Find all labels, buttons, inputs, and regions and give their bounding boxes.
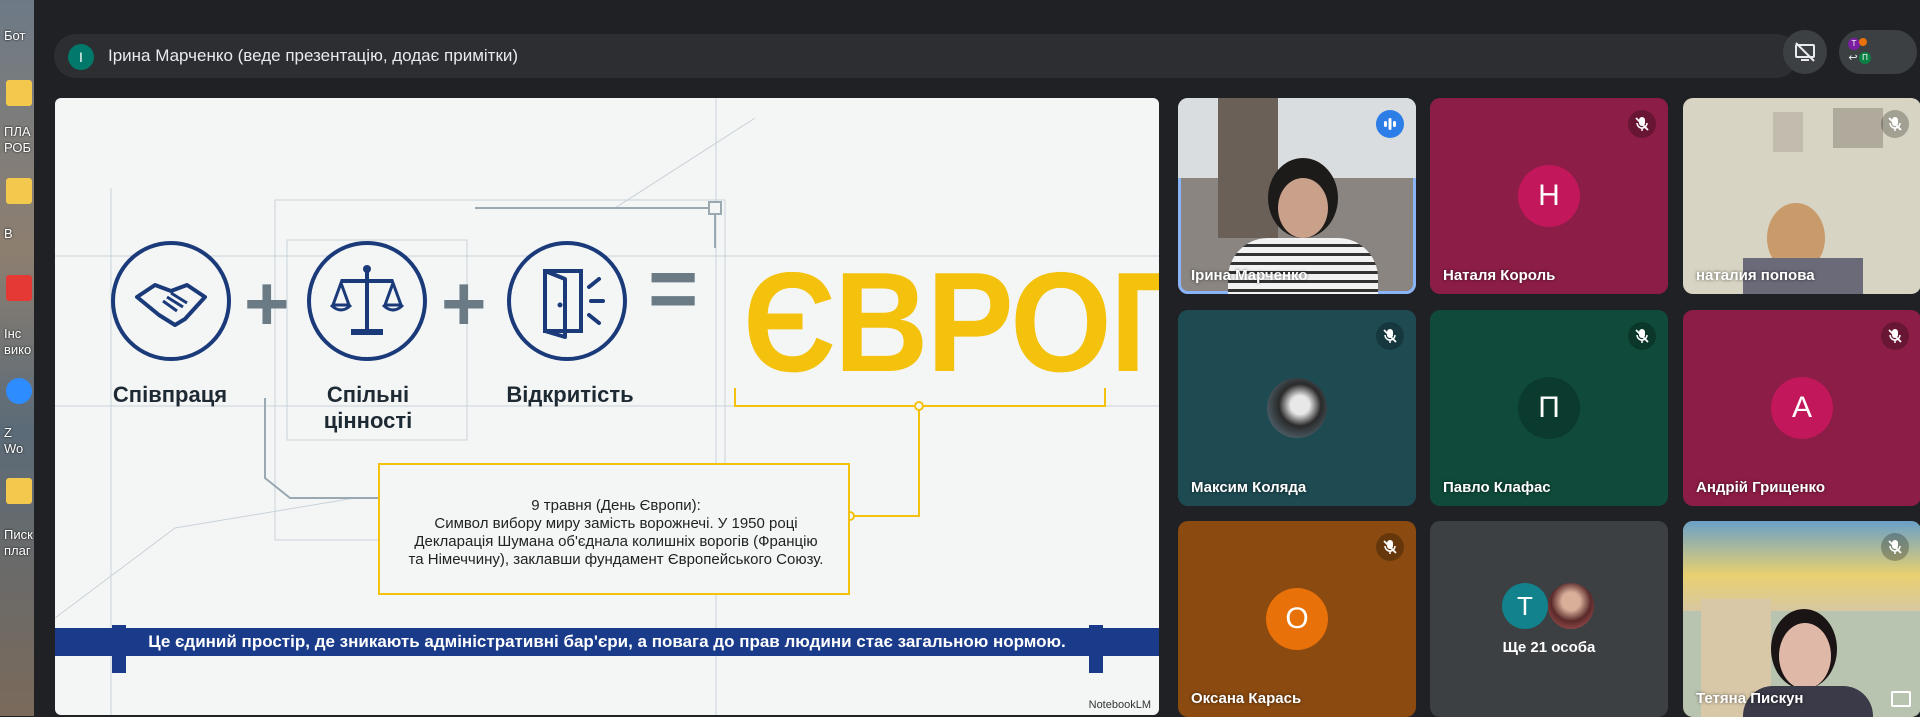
participant-tile[interactable]: А Андрій Грищенко bbox=[1683, 310, 1920, 506]
equals-sign: = bbox=[648, 241, 699, 337]
participant-tile[interactable]: Ірина Марченко bbox=[1178, 98, 1416, 294]
desktop-label[interactable]: Wo bbox=[4, 441, 23, 457]
desktop-background: Бот ПЛА РОБ В Інс вико Z Wo Писк плаг bbox=[0, 0, 34, 716]
participant-body bbox=[1228, 238, 1378, 294]
picture-in-picture-icon[interactable] bbox=[1891, 691, 1911, 707]
participant-name: Андрій Грищенко bbox=[1696, 479, 1825, 496]
mic-off-icon bbox=[1881, 110, 1909, 138]
desktop-label[interactable]: ПЛА bbox=[4, 124, 31, 140]
caption-cooperation: Співпраця bbox=[112, 382, 228, 407]
wall-poster bbox=[1683, 521, 1920, 611]
wall-frame bbox=[1833, 108, 1883, 148]
desktop-label[interactable]: В bbox=[4, 226, 13, 242]
video-background bbox=[1218, 98, 1278, 238]
plus-sign: + bbox=[244, 259, 290, 347]
notebooklm-watermark: NotebookLM bbox=[1088, 699, 1151, 711]
slide-banner: Це єдиний простір, де зникають адміністр… bbox=[55, 628, 1159, 656]
mic-off-icon bbox=[1628, 110, 1656, 138]
presenter-bar: І Ірина Марченко (веде презентацію, дода… bbox=[54, 34, 1798, 78]
stop-presenting-button[interactable] bbox=[1783, 30, 1827, 74]
participant-name: Максим Коляда bbox=[1191, 479, 1307, 496]
headline-europa: ЄВРОПА bbox=[743, 243, 1159, 402]
screen-share-off-icon bbox=[1795, 42, 1815, 62]
mic-off-icon bbox=[1376, 533, 1404, 561]
participants-button[interactable]: Т П ↩ bbox=[1839, 30, 1917, 74]
participant-avatar: Н bbox=[1518, 165, 1580, 227]
desktop-label[interactable]: Інс bbox=[4, 326, 21, 342]
participant-face bbox=[1278, 178, 1328, 238]
participant-name: Оксана Карась bbox=[1191, 690, 1302, 707]
caption-openness: Відкритість bbox=[506, 382, 634, 407]
desktop-label[interactable]: вико bbox=[4, 342, 31, 358]
participant-name: наталия попова bbox=[1696, 267, 1815, 284]
participant-tile[interactable]: О Оксана Карась bbox=[1178, 521, 1416, 717]
mic-off-icon bbox=[1628, 322, 1656, 350]
presenter-avatar: І bbox=[68, 44, 94, 70]
participant-avatar: П bbox=[1518, 377, 1580, 439]
desktop-label[interactable]: плаг bbox=[4, 543, 31, 559]
folder-icon[interactable] bbox=[6, 178, 32, 204]
speaking-indicator-icon bbox=[1376, 110, 1404, 138]
more-participants-label: Ще 21 особа bbox=[1502, 639, 1596, 656]
desktop-label[interactable]: Писк bbox=[4, 527, 33, 543]
participant-avatar: Т bbox=[1502, 583, 1548, 629]
folder-icon[interactable] bbox=[6, 80, 32, 106]
open-door-icon bbox=[507, 241, 627, 361]
participant-name: Тетяна Пискун bbox=[1696, 690, 1804, 707]
participant-tile[interactable]: Н Наталя Король bbox=[1430, 98, 1668, 294]
plus-sign: + bbox=[441, 259, 487, 347]
banner-text: Це єдиний простір, де зникають адміністр… bbox=[148, 632, 1066, 651]
handshake-icon bbox=[111, 241, 231, 361]
scales-icon bbox=[307, 241, 427, 361]
participant-tile[interactable]: наталия попова bbox=[1683, 98, 1920, 294]
zoom-app-icon[interactable] bbox=[6, 378, 32, 404]
more-participants-tile[interactable]: Т Ще 21 особа bbox=[1430, 521, 1668, 717]
participant-tile[interactable]: П Павло Клафас bbox=[1430, 310, 1668, 506]
participant-photo bbox=[1267, 378, 1327, 438]
pdf-icon[interactable] bbox=[6, 275, 32, 301]
participant-tile[interactable]: Максим Коляда bbox=[1178, 310, 1416, 506]
folder-icon[interactable] bbox=[6, 478, 32, 504]
participant-name: Наталя Король bbox=[1443, 267, 1556, 284]
participant-avatar: А bbox=[1771, 377, 1833, 439]
participant-name: Ірина Марченко bbox=[1191, 267, 1308, 284]
participant-name: Павло Клафас bbox=[1443, 479, 1551, 496]
participant-tile[interactable]: Тетяна Пискун bbox=[1683, 521, 1920, 717]
participant-avatar: О bbox=[1266, 588, 1328, 650]
desktop-label[interactable]: Бот bbox=[4, 28, 25, 44]
mic-off-icon bbox=[1881, 533, 1909, 561]
note-text: 9 травня (День Європи): Символ вибору ми… bbox=[408, 497, 824, 568]
presenter-label: Ірина Марченко (веде презентацію, додає … bbox=[108, 46, 519, 65]
participant-mini-avatar: П bbox=[1859, 52, 1871, 64]
meet-window: І Ірина Марченко (веде презентацію, дода… bbox=[34, 8, 1920, 717]
note-callout: 9 травня (День Європи): Символ вибору ми… bbox=[378, 463, 850, 595]
wall-frame bbox=[1773, 112, 1803, 152]
status-dot bbox=[1859, 38, 1867, 46]
mic-off-icon bbox=[1376, 322, 1404, 350]
desktop-label[interactable]: РОБ bbox=[4, 140, 31, 156]
presentation-slide: + + = ЄВРОПА Співпраця Спільні цінності bbox=[55, 98, 1159, 715]
mic-off-icon bbox=[1881, 322, 1909, 350]
participant-face bbox=[1779, 623, 1831, 689]
caption-shared-values: Спільні цінності bbox=[323, 382, 413, 433]
desktop-label[interactable]: Z bbox=[4, 425, 12, 441]
reply-icon: ↩ bbox=[1848, 52, 1858, 64]
participant-photo bbox=[1548, 583, 1594, 629]
